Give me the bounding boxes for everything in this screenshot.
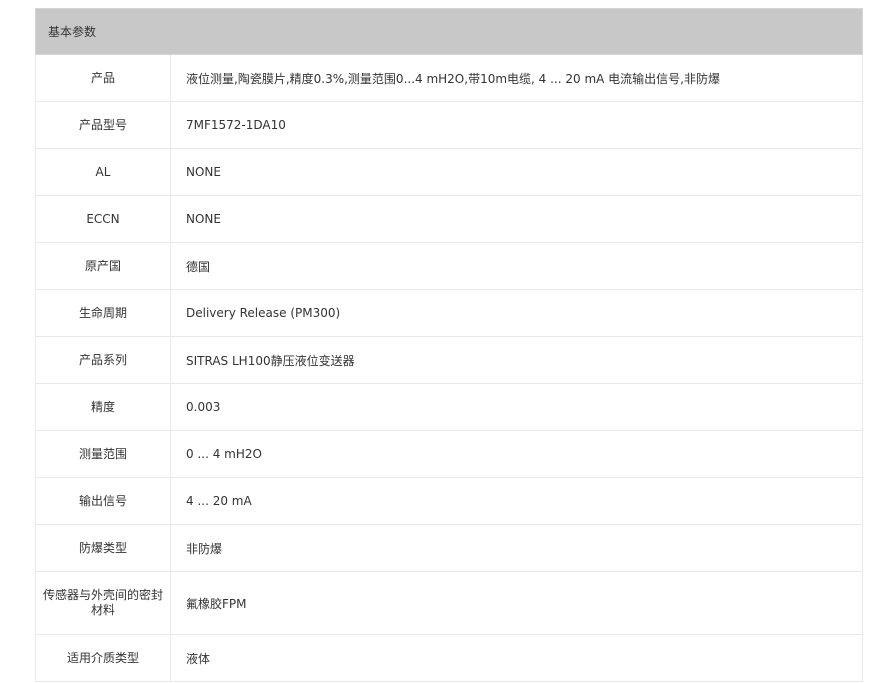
table-row: 输出信号 4 ... 20 mA (35, 477, 864, 525)
row-value: 7MF1572-1DA10 (169, 101, 864, 149)
table-row: 生命周期 Delivery Release (PM300) (35, 289, 864, 337)
row-label: 防爆类型 (35, 524, 171, 572)
table-row: AL NONE (35, 148, 864, 196)
row-label: 生命周期 (35, 289, 171, 337)
table-row: 产品 液位测量,陶瓷膜片,精度0.3%,测量范围0...4 mH2O,带10m电… (35, 54, 864, 102)
row-label: AL (35, 148, 171, 196)
row-value: 0 ... 4 mH2O (169, 430, 864, 478)
row-label: 适用介质类型 (35, 634, 171, 682)
row-value: 液位测量,陶瓷膜片,精度0.3%,测量范围0...4 mH2O,带10m电缆, … (169, 54, 864, 102)
row-label: 传感器与外壳间的密封材料 (35, 571, 171, 635)
spec-table: 基本参数 产品 液位测量,陶瓷膜片,精度0.3%,测量范围0...4 mH2O,… (34, 8, 864, 682)
row-value: SITRAS LH100静压液位变送器 (169, 336, 864, 384)
row-value: 0.003 (169, 383, 864, 431)
row-label: ECCN (35, 195, 171, 243)
table-row: 产品型号 7MF1572-1DA10 (35, 101, 864, 149)
row-label: 输出信号 (35, 477, 171, 525)
row-label: 测量范围 (35, 430, 171, 478)
row-value: 德国 (169, 242, 864, 290)
row-value: 液体 (169, 634, 864, 682)
table-row: 适用介质类型 液体 (35, 634, 864, 682)
row-value: Delivery Release (PM300) (169, 289, 864, 337)
table-row: 测量范围 0 ... 4 mH2O (35, 430, 864, 478)
section-title: 基本参数 (34, 8, 864, 55)
row-value: NONE (169, 148, 864, 196)
row-value: 4 ... 20 mA (169, 477, 864, 525)
row-label: 产品型号 (35, 101, 171, 149)
table-row: 传感器与外壳间的密封材料 氟橡胶FPM (35, 571, 864, 635)
row-label: 产品系列 (35, 336, 171, 384)
table-row: 防爆类型 非防爆 (35, 524, 864, 572)
row-label: 原产国 (35, 242, 171, 290)
row-label: 产品 (35, 54, 171, 102)
row-value: 非防爆 (169, 524, 864, 572)
row-value: 氟橡胶FPM (169, 571, 864, 635)
table-row: 原产国 德国 (35, 242, 864, 290)
table-row: ECCN NONE (35, 195, 864, 243)
spec-table-container: 基本参数 产品 液位测量,陶瓷膜片,精度0.3%,测量范围0...4 mH2O,… (34, 8, 864, 682)
row-value: NONE (169, 195, 864, 243)
section-header-row: 基本参数 (34, 8, 864, 55)
table-row: 产品系列 SITRAS LH100静压液位变送器 (35, 336, 864, 384)
table-row: 精度 0.003 (35, 383, 864, 431)
row-label: 精度 (35, 383, 171, 431)
